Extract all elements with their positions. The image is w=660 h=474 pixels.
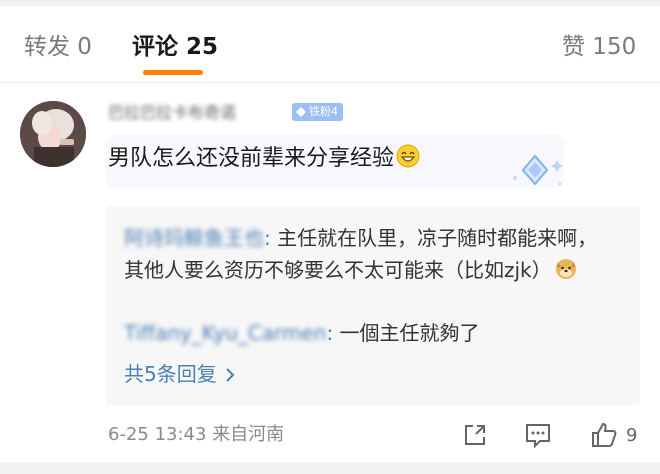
- comment-meta: 6-25 13:43 来自河南: [108, 421, 284, 449]
- reply-separator: :: [264, 226, 278, 250]
- tab-likes[interactable]: 赞 150: [562, 32, 636, 62]
- reply-author[interactable]: 阿诗玛鲸鱼王也: [124, 226, 264, 250]
- share-button[interactable]: [462, 420, 488, 450]
- comment-location: 来自河南: [212, 424, 285, 445]
- doge-emoji-icon: [555, 259, 576, 279]
- reply-item: Tiffany_Kyu_Carmen: 一個主任就夠了: [124, 317, 480, 349]
- like-count: 9: [626, 424, 638, 446]
- badge-label: 铁粉4: [309, 105, 338, 118]
- comment-text: 男队怎么还没前辈来分享经验: [108, 146, 395, 171]
- diamond-icon: [296, 107, 306, 117]
- reply-author[interactable]: Tiffany_Kyu_Carmen: [124, 321, 326, 345]
- top-strip: [0, 0, 660, 6]
- bottom-strip: [0, 462, 660, 474]
- chevron-right-icon: [226, 368, 235, 382]
- share-icon: [465, 425, 485, 445]
- more-replies-label: 共5条回复: [124, 362, 217, 386]
- comment-icon: [526, 424, 550, 448]
- tab-comments[interactable]: 评论 25: [132, 32, 218, 62]
- comment-body: 男队怎么还没前辈来分享经验: [108, 142, 420, 176]
- comment-username[interactable]: 巴拉巴拉卡布奇诺: [108, 102, 288, 124]
- active-tab-indicator: [143, 70, 203, 75]
- comment-button[interactable]: [524, 420, 552, 450]
- grin-emoji-icon: [396, 144, 420, 168]
- fan-badge[interactable]: 铁粉4: [292, 103, 343, 121]
- avatar[interactable]: [20, 101, 86, 167]
- reply-item: 阿诗玛鲸鱼王也: 主任就在队里，凉子随时都能来啊，其他人要么资历不够要么不太可能…: [124, 222, 614, 286]
- sparkle-icon: [513, 154, 563, 186]
- comment-date: 6-25 13:43: [108, 424, 207, 445]
- tab-repost[interactable]: 转发 0: [24, 32, 92, 62]
- like-icon: [592, 422, 617, 447]
- reply-separator: :: [326, 321, 340, 345]
- tab-bar: 转发 0 评论 25 赞 150: [0, 20, 660, 78]
- replies-panel: 阿诗玛鲸鱼王也: 主任就在队里，凉子随时都能来啊，其他人要么资历不够要么不太可能…: [106, 206, 640, 405]
- reply-text: 一個主任就夠了: [339, 321, 480, 345]
- more-replies-link[interactable]: 共5条回复: [124, 358, 235, 390]
- divider: [0, 82, 660, 83]
- like-button[interactable]: 9: [590, 420, 637, 450]
